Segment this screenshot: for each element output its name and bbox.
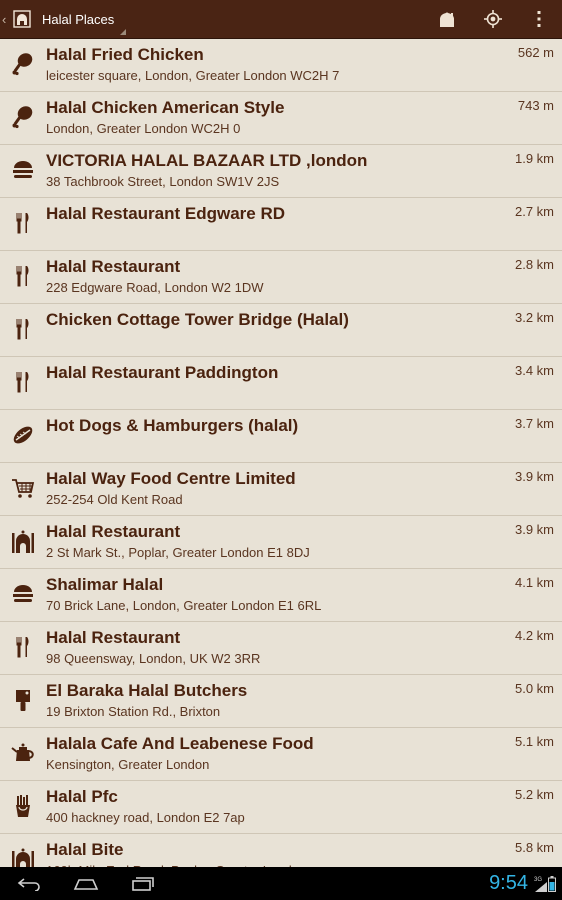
up-caret-icon[interactable]: ‹ bbox=[2, 12, 10, 27]
chicken-leg-icon bbox=[9, 50, 37, 78]
place-distance: 743 m bbox=[517, 98, 554, 113]
place-address: 400 hackney road, London E2 7ap bbox=[46, 810, 245, 825]
place-row[interactable]: Halal Pfc 400 hackney road, London E2 7ap… bbox=[0, 781, 562, 834]
place-distance: 2.8 km bbox=[514, 257, 554, 272]
place-distance: 3.9 km bbox=[514, 469, 554, 484]
battery-icon bbox=[548, 875, 556, 892]
overflow-menu-icon[interactable] bbox=[516, 0, 562, 39]
place-name: Halal Restaurant bbox=[46, 257, 181, 276]
place-row[interactable]: VICTORIA HALAL BAZAAR LTD ,london 38 Tach… bbox=[0, 145, 562, 198]
place-name: Halal Bite bbox=[46, 840, 124, 859]
place-address: 98 Queensway, London, UK W2 3RR bbox=[46, 651, 261, 666]
place-distance: 5.2 km bbox=[514, 787, 554, 802]
qibla-mosque-icon[interactable] bbox=[424, 0, 470, 39]
place-distance: 5.0 km bbox=[514, 681, 554, 696]
shopping-cart-icon bbox=[9, 474, 37, 502]
place-row[interactable]: Hot Dogs & Hamburgers (halal) 3.7 km bbox=[0, 410, 562, 463]
place-name: El Baraka Halal Butchers bbox=[46, 681, 248, 700]
place-distance: 2.7 km bbox=[514, 204, 554, 219]
app-mosque-icon[interactable] bbox=[12, 9, 32, 29]
place-distance: 3.4 km bbox=[514, 363, 554, 378]
clock: 9:54 bbox=[489, 872, 528, 894]
place-name: Halal Fried Chicken bbox=[46, 45, 204, 64]
mosque-icon bbox=[9, 527, 37, 555]
burger-icon bbox=[9, 156, 37, 184]
place-name: Halal Restaurant Edgware RD bbox=[46, 204, 286, 223]
place-distance: 3.2 km bbox=[514, 310, 554, 325]
place-address: Kensington, Greater London bbox=[46, 757, 210, 772]
place-distance: 562 m bbox=[517, 45, 554, 60]
place-distance: 5.1 km bbox=[514, 734, 554, 749]
place-name: Halal Restaurant bbox=[46, 522, 181, 541]
place-name: Halal Restaurant bbox=[46, 628, 181, 647]
place-address: 228 Edgware Road, London W2 1DW bbox=[46, 280, 264, 295]
cutlery-icon bbox=[9, 633, 37, 661]
home-icon[interactable] bbox=[57, 867, 114, 900]
place-name: Halal Way Food Centre Limited bbox=[46, 469, 296, 488]
cutlery-icon bbox=[9, 209, 37, 237]
chicken-leg-icon bbox=[9, 103, 37, 131]
places-list[interactable]: Halal Fried Chicken leicester square, Lon… bbox=[0, 39, 562, 867]
place-name: VICTORIA HALAL BAZAAR LTD ,london bbox=[46, 151, 368, 170]
spinner-indicator-icon bbox=[120, 28, 127, 35]
svg-text:3G: 3G bbox=[534, 877, 542, 883]
place-row[interactable]: Shalimar Halal 70 Brick Lane, London, Gre… bbox=[0, 569, 562, 622]
place-row[interactable]: Halal Way Food Centre Limited 252-254 Old… bbox=[0, 463, 562, 516]
title-spinner[interactable]: Halal Places bbox=[42, 0, 127, 39]
place-address: 2 St Mark St., Poplar, Greater London E1… bbox=[46, 545, 310, 560]
place-distance: 4.1 km bbox=[514, 575, 554, 590]
mosque-icon bbox=[9, 845, 37, 867]
my-location-icon[interactable] bbox=[470, 0, 516, 39]
signal-3g-icon: 3G bbox=[534, 875, 548, 893]
place-row[interactable]: El Baraka Halal Butchers 19 Brixton Stati… bbox=[0, 675, 562, 728]
place-distance: 4.2 km bbox=[514, 628, 554, 643]
place-name: Halal Pfc bbox=[46, 787, 118, 806]
place-row[interactable]: Halala Cafe And Leabenese Food Kensington… bbox=[0, 728, 562, 781]
burger-icon bbox=[9, 580, 37, 608]
place-row[interactable]: Chicken Cottage Tower Bridge (Halal) 3.2 … bbox=[0, 304, 562, 357]
place-name: Chicken Cottage Tower Bridge (Halal) bbox=[46, 310, 349, 329]
fries-icon bbox=[9, 792, 37, 820]
place-address: 38 Tachbrook Street, London SW1V 2JS bbox=[46, 174, 280, 189]
action-bar: ‹ Halal Places bbox=[0, 0, 562, 39]
status-area[interactable]: 9:54 3G bbox=[489, 867, 562, 900]
back-icon[interactable] bbox=[0, 867, 57, 900]
place-row[interactable]: Halal Bite160b Mile End Road, Poplar, Gr… bbox=[0, 834, 562, 867]
page-title: Halal Places bbox=[42, 11, 115, 27]
place-name: Shalimar Halal bbox=[46, 575, 164, 594]
place-name: Halal Restaurant Paddington bbox=[46, 363, 279, 382]
cutlery-icon bbox=[9, 368, 37, 396]
place-address: 70 Brick Lane, London, Greater London E1… bbox=[46, 598, 322, 613]
place-row[interactable]: Halal Restaurant 2 St Mark St., Poplar, G… bbox=[0, 516, 562, 569]
place-row[interactable]: Halal Restaurant Edgware RD 2.7 km bbox=[0, 198, 562, 251]
place-address: 252-254 Old Kent Road bbox=[46, 492, 183, 507]
place-row[interactable]: Halal Chicken American Style London, Grea… bbox=[0, 92, 562, 145]
recent-apps-icon[interactable] bbox=[114, 867, 171, 900]
cleaver-icon bbox=[9, 686, 37, 714]
place-name: Halal Chicken American Style bbox=[46, 98, 285, 117]
system-nav-bar: 9:54 3G bbox=[0, 867, 562, 900]
place-distance: 5.8 km bbox=[514, 840, 554, 855]
place-address: leicester square, London, Greater London… bbox=[46, 68, 340, 83]
place-address: London, Greater London WC2H 0 bbox=[46, 121, 241, 136]
place-row[interactable]: Halal Restaurant 98 Queensway, London, UK… bbox=[0, 622, 562, 675]
place-row[interactable]: Halal Fried Chicken leicester square, Lon… bbox=[0, 39, 562, 92]
place-distance: 3.7 km bbox=[514, 416, 554, 431]
place-address: 19 Brixton Station Rd., Brixton bbox=[46, 704, 221, 719]
teapot-icon bbox=[9, 739, 37, 767]
place-name: Halala Cafe And Leabenese Food bbox=[46, 734, 314, 753]
cutlery-icon bbox=[9, 315, 37, 343]
place-row[interactable]: Halal Restaurant 228 Edgware Road, London… bbox=[0, 251, 562, 304]
cutlery-icon bbox=[9, 262, 37, 290]
place-row[interactable]: Halal Restaurant Paddington 3.4 km bbox=[0, 357, 562, 410]
hotdog-icon bbox=[9, 421, 37, 449]
place-distance: 1.9 km bbox=[514, 151, 554, 166]
place-name: Hot Dogs & Hamburgers (halal) bbox=[46, 416, 299, 435]
place-distance: 3.9 km bbox=[514, 522, 554, 537]
